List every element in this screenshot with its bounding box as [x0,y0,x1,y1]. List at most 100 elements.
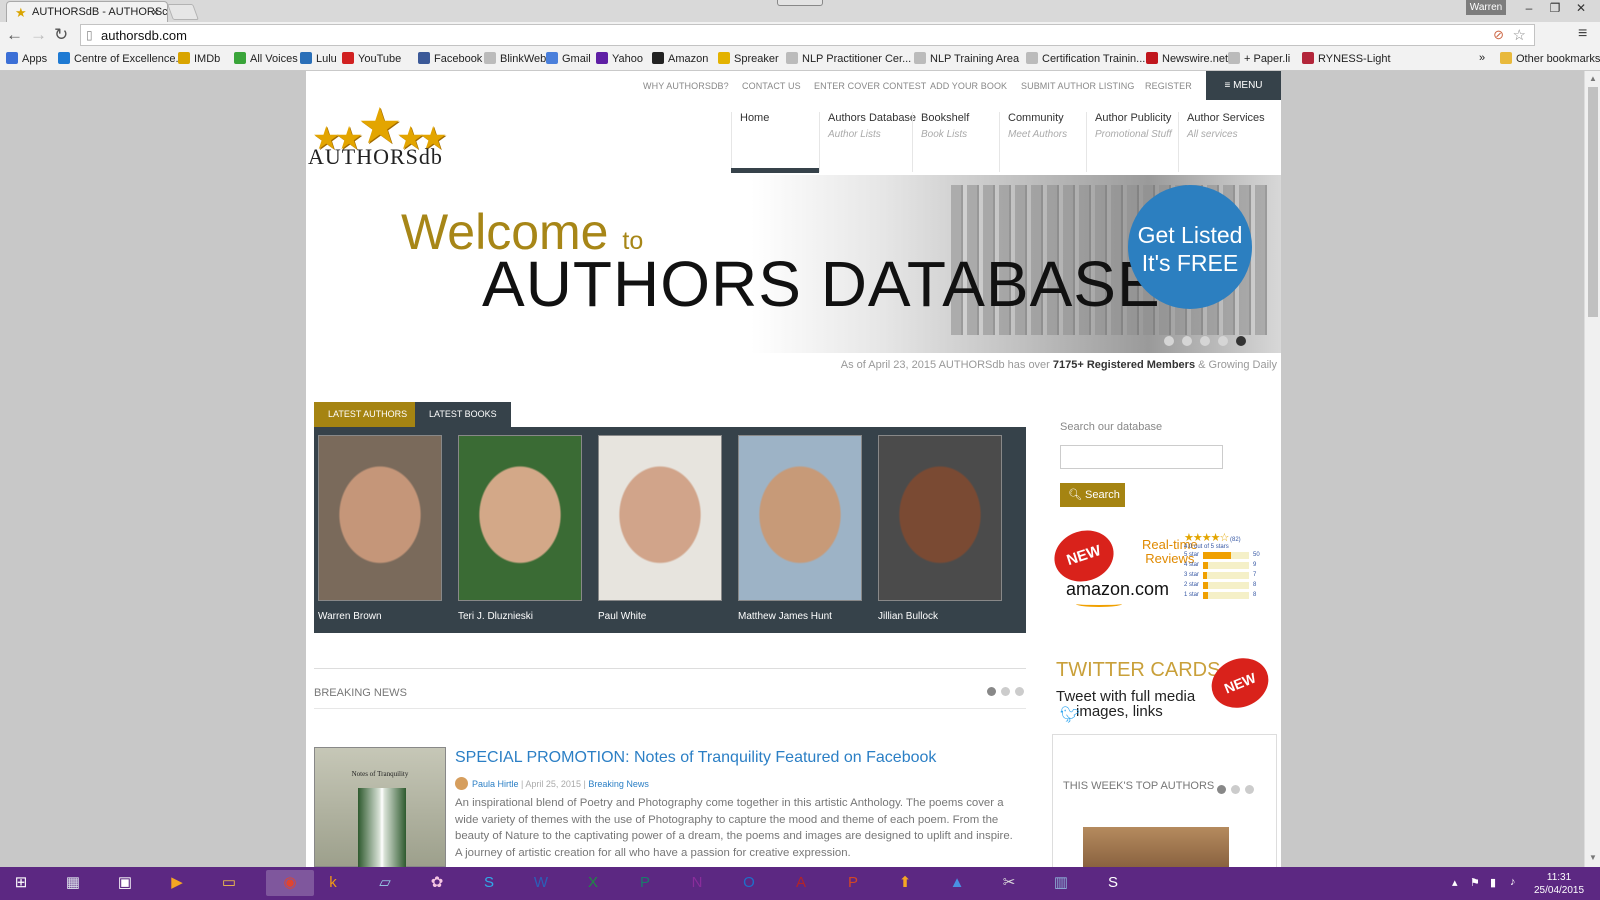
bookmark-12[interactable]: NLP Practitioner Cer... [786,52,911,65]
news-book-cover[interactable]: Notes of Tranquility [314,747,446,867]
bookmark-star-icon[interactable]: ☆ [1513,26,1526,44]
bookmark-1[interactable]: Centre of Excellence... [58,52,185,65]
scroll-thumb[interactable] [1588,87,1598,317]
bookmark-13[interactable]: NLP Training Area [914,52,1019,65]
upload-icon[interactable]: ⬆ [890,870,920,896]
back-arrow-icon[interactable]: ← [6,25,23,45]
publisher-icon[interactable]: P [630,870,660,896]
slide-dot[interactable] [1200,336,1210,346]
scroll-down-icon[interactable]: ▼ [1589,853,1597,862]
author-card[interactable]: Paul White [598,435,722,622]
tray-arrow-icon[interactable]: ▴ [1452,876,1458,889]
bookmark-9[interactable]: Yahoo [596,52,643,65]
bookmark-8[interactable]: Gmail [546,52,591,65]
extension-icon[interactable]: ⊘ [1493,27,1504,43]
link-why-authorsdb[interactable]: WHY AUTHORSDB? [643,81,729,91]
news-author-link[interactable]: Paula Hirtle [472,779,519,789]
bookmark-17[interactable]: RYNESS-Light [1302,52,1391,65]
bookmark-15[interactable]: Newswire.net [1146,52,1228,65]
network-icon[interactable]: ▮ [1490,876,1496,889]
twitter-cards-ad[interactable]: TWITTER CARDS NEW Tweet with full media i… [1054,649,1276,735]
bookmark-5[interactable]: YouTube [342,52,401,65]
word-icon[interactable]: W [526,870,556,896]
nav-author-publicity[interactable]: Author Publicity Promotional Stuff [1086,112,1178,172]
author-card[interactable]: Jillian Bullock [878,435,1002,622]
restore-icon[interactable]: ❐ [1546,1,1564,17]
system-clock[interactable]: 11:31 25/04/2015 [1534,871,1584,897]
author-name[interactable]: Teri J. Dluznieski [458,611,582,622]
author-name[interactable]: Matthew James Hunt [738,611,862,622]
site-logo[interactable]: ★★★★★ AUTHORSdb [308,98,463,169]
nav-author-services[interactable]: Author Services All services [1178,112,1281,172]
author-photo[interactable] [878,435,1002,601]
file-explorer-icon[interactable]: ▦ [58,870,88,896]
author-card[interactable]: Matthew James Hunt [738,435,862,622]
bookmark-3[interactable]: All Voices [234,52,298,65]
access-icon[interactable]: A [786,870,816,896]
new-tab-button[interactable] [167,4,199,20]
minimize-icon[interactable]: – [1520,1,1538,17]
nav-bookshelf[interactable]: Bookshelf Book Lists [912,112,999,172]
reload-icon[interactable]: ↻ [54,25,68,45]
notes-icon[interactable]: ▱ [370,870,400,896]
windows-start-icon[interactable]: ⊞ [6,870,36,896]
link-add-your-book[interactable]: ADD YOUR BOOK [930,81,1007,91]
bookmark-0[interactable]: Apps [6,52,47,65]
slide-dot[interactable] [1164,336,1174,346]
kindle-icon[interactable]: k [318,870,348,896]
top-dot[interactable] [1231,785,1240,794]
scroll-up-icon[interactable]: ▲ [1589,74,1597,83]
tab-latest-authors[interactable]: LATEST AUTHORS [314,402,422,427]
other-bookmarks-button[interactable]: Other bookmarks [1500,52,1600,65]
bookmark-4[interactable]: Lulu [300,52,337,65]
link-contact-us[interactable]: CONTACT US [742,81,801,91]
video-player-icon[interactable]: ▶ [162,870,192,896]
chrome-menu-icon[interactable]: ≡ [1578,25,1587,43]
onenote-icon[interactable]: N [682,870,712,896]
search-input[interactable] [1060,445,1223,469]
library-icon[interactable]: ▥ [1046,870,1076,896]
author-name[interactable]: Warren Brown [318,611,442,622]
get-listed-badge[interactable]: Get Listed It's FREE [1128,185,1252,309]
search-button[interactable]: 🔍︎ Search [1060,483,1125,507]
nav-community[interactable]: Community Meet Authors [999,112,1086,172]
volume-icon[interactable]: ♪ [1510,876,1516,888]
news-dot[interactable] [1001,687,1010,696]
outlook-icon[interactable]: O [734,870,764,896]
snipping-icon[interactable]: ✂ [994,870,1024,896]
bookmark-11[interactable]: Spreaker [718,52,779,65]
folder-icon[interactable]: ▭ [214,870,244,896]
slide-dot-active[interactable] [1236,336,1246,346]
close-window-icon[interactable]: ✕ [1572,1,1590,17]
page-scrollbar[interactable]: ▲ ▼ [1584,71,1600,867]
address-bar[interactable]: ▯ authorsdb.com ⊘ ☆ [80,24,1535,46]
top-author-photo[interactable] [1083,827,1229,867]
news-category-link[interactable]: Breaking News [588,779,649,789]
author-photo[interactable] [598,435,722,601]
bookmarks-more-button[interactable]: » [1479,52,1485,64]
news-dot-active[interactable] [987,687,996,696]
slide-dot[interactable] [1218,336,1228,346]
author-photo[interactable] [318,435,442,601]
profile-button[interactable]: Warren [1466,0,1506,15]
drive-icon[interactable]: ▲ [942,870,972,896]
forward-arrow-icon[interactable]: → [30,25,47,45]
skype-icon[interactable]: S [474,870,504,896]
flag-icon[interactable]: ⚑ [1470,876,1480,889]
tab-latest-books[interactable]: LATEST BOOKS [415,402,511,427]
excel-icon[interactable]: X [578,870,608,896]
top-dot-active[interactable] [1217,785,1226,794]
bookmark-2[interactable]: IMDb [178,52,220,65]
news-headline-link[interactable]: SPECIAL PROMOTION: Notes of Tranquility … [455,749,936,767]
bookmark-6[interactable]: Facebook [418,52,482,65]
nav-authors-database[interactable]: Authors Database Author Lists [819,112,916,172]
bookmark-10[interactable]: Amazon [652,52,708,65]
author-card[interactable]: Teri J. Dluznieski [458,435,582,622]
bookmark-14[interactable]: Certification Trainin... [1026,52,1145,65]
author-photo[interactable] [738,435,862,601]
nav-home[interactable]: Home [731,112,819,172]
author-name[interactable]: Paul White [598,611,722,622]
menu-button[interactable]: ≡ MENU [1206,71,1281,100]
author-card[interactable]: Warren Brown [318,435,442,622]
news-dot[interactable] [1015,687,1024,696]
